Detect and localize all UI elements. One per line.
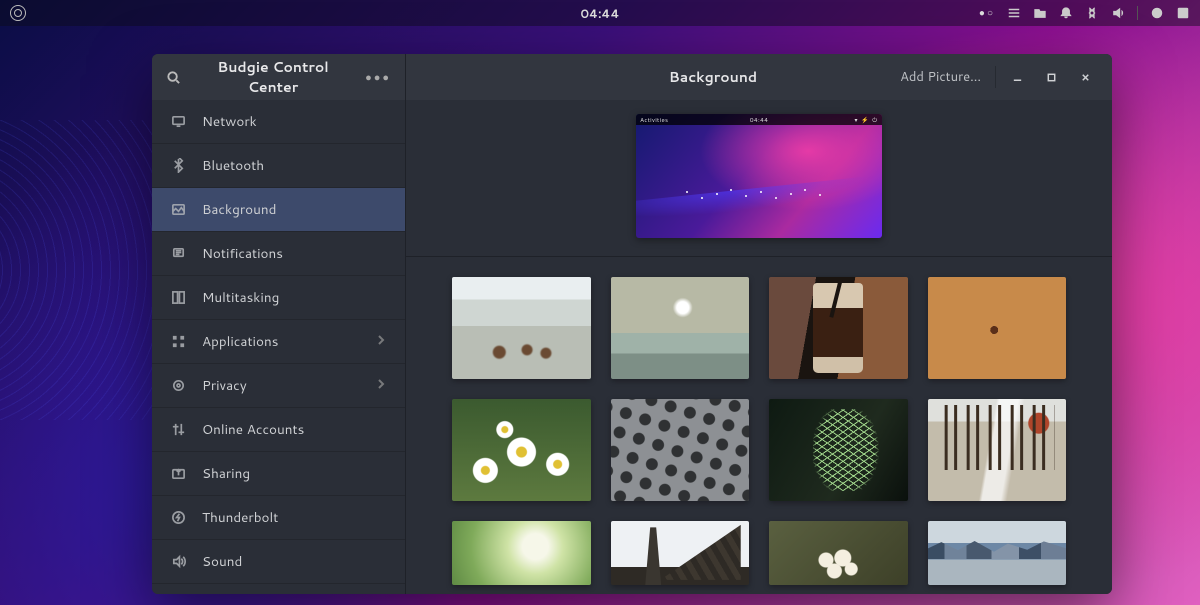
sidebar-item-multitasking[interactable]: Multitasking — [152, 276, 405, 320]
wallpaper-mountain-lake[interactable] — [928, 521, 1067, 585]
wallpaper-tree-rings[interactable] — [928, 277, 1067, 379]
display-icon — [170, 114, 186, 130]
sidebar-item-sharing[interactable]: Sharing — [152, 452, 405, 496]
content-header: Background Add Picture... — [406, 54, 1112, 100]
sidebar-item-notifications[interactable]: Notifications — [152, 232, 405, 276]
current-background-thumbnail[interactable]: Activities 04:44 ▾ ⚡ ⏻ — [636, 114, 882, 238]
content-pane: Background Add Picture... Activities 04:… — [406, 54, 1112, 594]
wallpaper-fern[interactable] — [769, 399, 908, 501]
sidebar-item-label: Network — [202, 112, 257, 131]
wallpaper-iced-coffee[interactable] — [769, 277, 908, 379]
sidebar-item-label: Privacy — [202, 376, 247, 395]
page-title: Background — [536, 67, 890, 87]
sidebar-item-applications[interactable]: Applications — [152, 320, 405, 364]
volume-icon[interactable] — [1111, 6, 1125, 20]
network-icon[interactable] — [1085, 6, 1099, 20]
control-center-window: Budgie Control Center ●●● Network Bluetoo… — [152, 54, 1112, 594]
add-picture-button[interactable]: Add Picture... — [890, 68, 991, 86]
sidebar-item-background[interactable]: Background — [152, 188, 405, 232]
wallpaper-windmill[interactable] — [611, 521, 750, 585]
panel-clock[interactable]: 04:44 — [580, 5, 619, 22]
maximize-button[interactable] — [1034, 54, 1068, 100]
sidebar-item-bluetooth[interactable]: Bluetooth — [152, 144, 405, 188]
accounts-icon — [170, 422, 186, 438]
preview-activities: Activities — [640, 115, 668, 124]
workspace-indicator[interactable]: ●○ — [979, 6, 995, 20]
share-icon — [170, 466, 186, 482]
sidebar-header: Budgie Control Center ●●● — [152, 54, 405, 100]
wallpaper-blossom[interactable] — [769, 521, 908, 585]
kebab-menu-icon[interactable]: ●●● — [365, 69, 391, 85]
bluetooth-icon — [170, 158, 186, 174]
sidebar-item-label: Notifications — [202, 244, 283, 263]
sidebar-item-online-accounts[interactable]: Online Accounts — [152, 408, 405, 452]
sidebar-item-sound[interactable]: Sound — [152, 540, 405, 584]
chevron-right-icon — [375, 332, 387, 351]
sidebar-item-label: Sound — [202, 552, 242, 571]
budgie-menu-icon[interactable] — [10, 5, 26, 21]
power-icon[interactable] — [1150, 6, 1164, 20]
sidebar-item-thunderbolt[interactable]: Thunderbolt — [152, 496, 405, 540]
sidebar-item-network[interactable]: Network — [152, 100, 405, 144]
wallpaper-daisies[interactable] — [452, 399, 591, 501]
top-panel: 04:44 ●○ — [0, 0, 1200, 26]
bell-icon — [170, 246, 186, 262]
current-background-preview: Activities 04:44 ▾ ⚡ ⏻ — [406, 100, 1112, 257]
files-icon[interactable] — [1033, 6, 1047, 20]
preview-tray-icons: ▾ ⚡ ⏻ — [854, 115, 878, 125]
background-icon — [170, 202, 186, 218]
sidebar-item-privacy[interactable]: Privacy — [152, 364, 405, 408]
menu-icon[interactable] — [1007, 6, 1021, 20]
sound-icon — [170, 554, 186, 570]
close-button[interactable] — [1068, 54, 1102, 100]
preview-clock: 04:44 — [750, 115, 768, 124]
grid-icon — [170, 334, 186, 350]
sidebar-item-label: Sharing — [202, 464, 250, 483]
search-icon[interactable] — [166, 70, 181, 85]
wallpaper-beach-driftwood[interactable] — [452, 277, 591, 379]
sidebar-item-label: Background — [202, 200, 276, 219]
sidebar-item-label: Multitasking — [202, 288, 279, 307]
privacy-icon — [170, 378, 186, 394]
wallpaper-metal-grid[interactable] — [611, 399, 750, 501]
wallpaper-forest-rays[interactable] — [928, 399, 1067, 501]
sidebar: Budgie Control Center ●●● Network Bluetoo… — [152, 54, 406, 594]
sidebar-item-label: Online Accounts — [202, 420, 304, 439]
thunderbolt-icon — [170, 510, 186, 526]
chevron-right-icon — [375, 376, 387, 395]
minimize-button[interactable] — [1000, 54, 1034, 100]
session-icon[interactable] — [1176, 6, 1190, 20]
sidebar-item-label: Bluetooth — [202, 156, 264, 175]
sidebar-item-label: Thunderbolt — [202, 508, 278, 527]
wallpaper-ocean-sky[interactable] — [611, 277, 750, 379]
wallpaper-blur-green[interactable] — [452, 521, 591, 585]
sidebar-item-label: Applications — [202, 332, 278, 351]
multitask-icon — [170, 290, 186, 306]
app-title: Budgie Control Center — [193, 57, 353, 97]
notifications-icon[interactable] — [1059, 6, 1073, 20]
